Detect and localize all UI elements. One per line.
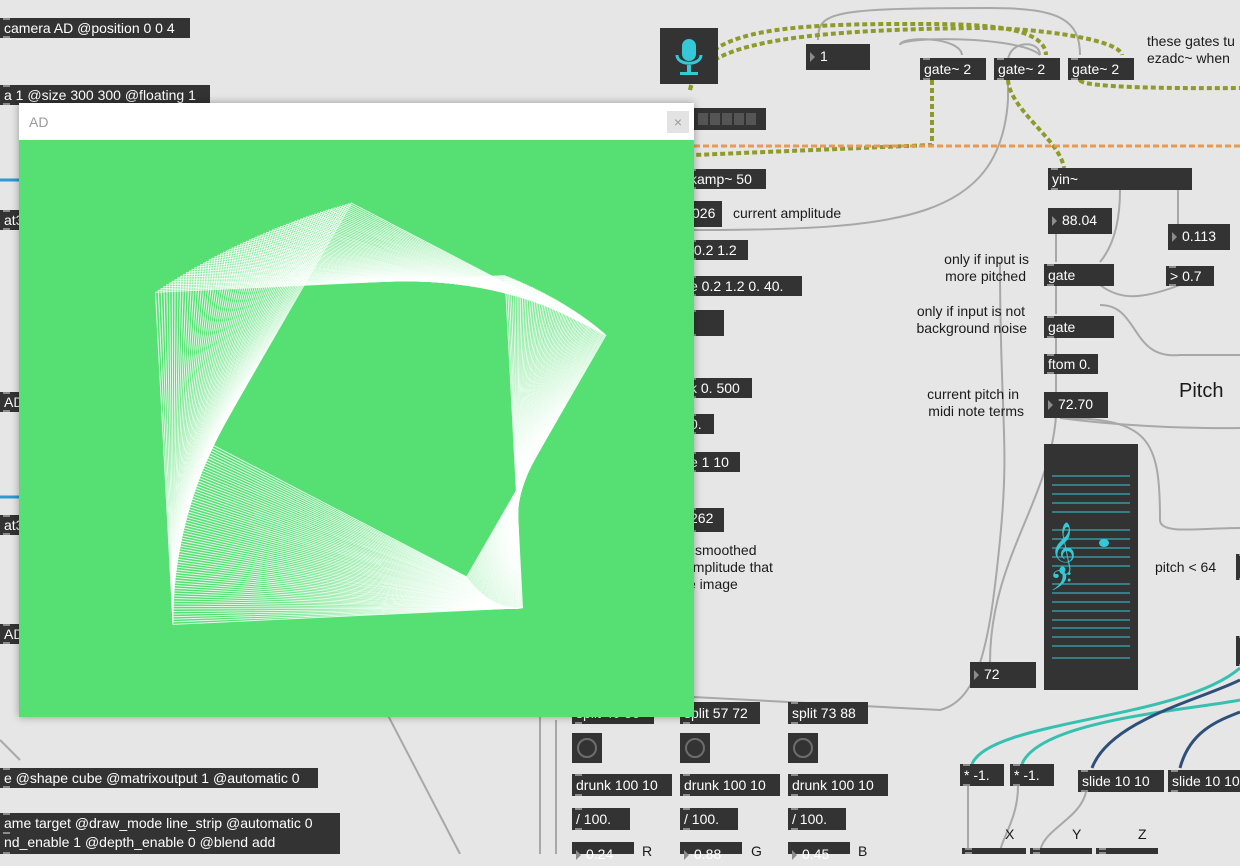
ezadc-object[interactable]: [660, 28, 718, 84]
noise-comment-1: only if input is not: [916, 303, 1025, 319]
bottom-edge-object-1[interactable]: [962, 848, 1026, 854]
noise-comment-2: background noise: [916, 320, 1027, 336]
current-pitch-comment-1: current pitch in: [927, 386, 1019, 402]
gate-object-1[interactable]: gate~ 2: [920, 58, 986, 80]
multiply-object-2[interactable]: * -1.: [1010, 764, 1054, 786]
level-meter: [690, 108, 766, 130]
pitched-comment-1: only if input is: [944, 251, 1029, 267]
pitch-section-title: Pitch: [1179, 380, 1224, 402]
smoothed-comment-1: smoothed: [695, 542, 757, 558]
axis-z-label: Z: [1138, 826, 1147, 842]
wireframe-layer: [157, 275, 523, 623]
rotating-cube-render: [154, 202, 607, 625]
slide-object-2[interactable]: slide 10 10: [1168, 770, 1240, 792]
gate-object-3[interactable]: gate~ 2: [1068, 58, 1134, 80]
pitched-comment-2: more pitched: [945, 268, 1026, 284]
split-object-3[interactable]: split 73 88: [788, 702, 868, 724]
gate-object-2[interactable]: gate~ 2: [994, 58, 1060, 80]
camera-object[interactable]: camera AD @position 0 0 4: [0, 18, 190, 38]
divide-object-2[interactable]: / 100.: [680, 808, 738, 830]
blue-value-number[interactable]: 0.45: [788, 842, 850, 862]
gates-comment-line-2: ezadc~ when: [1147, 50, 1230, 66]
window-title: AD: [29, 114, 49, 130]
close-icon: ×: [673, 114, 683, 130]
left-object-8[interactable]: at3: [0, 515, 23, 535]
pitchedness-number[interactable]: 0.113: [1168, 224, 1230, 250]
midi-int-number[interactable]: 72: [970, 662, 1036, 688]
bottom-edge-object-2[interactable]: [1030, 848, 1092, 854]
window-object[interactable]: a 1 @size 300 300 @floating 1: [0, 85, 210, 105]
divide-object-3[interactable]: / 100.: [788, 808, 846, 830]
threshold-object[interactable]: > 0.7: [1166, 266, 1214, 286]
divide-object-1[interactable]: / 100.: [572, 808, 630, 830]
gridshape-object[interactable]: e @shape cube @matrixoutput 1 @automatic…: [0, 768, 318, 788]
noise-gate-object[interactable]: gate: [1044, 316, 1114, 338]
midi-pitch-number[interactable]: 72.70: [1044, 392, 1108, 418]
green-label: G: [751, 843, 762, 859]
frequency-number[interactable]: 88.04: [1048, 208, 1112, 234]
bang-button-3[interactable]: [788, 733, 818, 763]
scale-object-a[interactable]: .0.2 1.2: [686, 240, 748, 260]
music-staff-icon: 𝄞 𝄢: [1050, 475, 1130, 659]
pitched-gate-object[interactable]: gate: [1044, 264, 1114, 286]
yin-object[interactable]: yin~: [1048, 168, 1192, 190]
right-edge-object-2[interactable]: [1236, 636, 1240, 666]
num-object-b[interactable]: e 1 10: [686, 452, 740, 472]
multiply-object-1[interactable]: * -1.: [960, 764, 1004, 786]
close-button[interactable]: ×: [667, 111, 689, 133]
split-object-a[interactable]: k 0. 500: [686, 378, 752, 398]
red-value-number[interactable]: 0.24: [572, 842, 634, 862]
mesh-object-line-2[interactable]: nd_enable 1 @depth_enable 0 @blend add: [0, 832, 340, 854]
gates-comment-line-1: these gates tu: [1147, 33, 1235, 49]
pitch-compare-comment: pitch < 64: [1155, 559, 1217, 575]
right-edge-object-1[interactable]: [1236, 554, 1240, 580]
green-value-number[interactable]: 0.88: [680, 842, 742, 862]
smoothed-comment-2: amplitude that: [685, 559, 773, 575]
peakamp-object[interactable]: kamp~ 50: [686, 169, 766, 189]
slide-object-1[interactable]: slide 10 10: [1078, 770, 1164, 792]
axis-x-label: X: [1005, 826, 1015, 842]
left-object-5[interactable]: AD: [0, 392, 23, 412]
drunk-object-1[interactable]: drunk 100 10: [572, 774, 672, 796]
bang-button-1[interactable]: [572, 733, 602, 763]
left-object-9[interactable]: AD: [0, 624, 23, 644]
amplitude-comment: current amplitude: [733, 205, 842, 221]
axis-y-label: Y: [1072, 826, 1082, 842]
drunk-object-3[interactable]: drunk 100 10: [788, 774, 888, 796]
bottom-edge-object-3[interactable]: [1096, 848, 1158, 854]
nslider-staff[interactable]: 𝄞 𝄢: [1044, 444, 1138, 690]
max-patcher-canvas[interactable]: camera AD @position 0 0 4 a 1 @size 300 …: [0, 0, 1240, 862]
ftom-object[interactable]: ftom 0.: [1044, 354, 1098, 374]
gate-selector-number[interactable]: 1: [806, 44, 870, 70]
scale-object-b[interactable]: e 0.2 1.2 0. 40.: [686, 276, 802, 296]
blue-label: B: [858, 843, 868, 859]
render-canvas[interactable]: [19, 140, 694, 717]
svg-text:𝄢: 𝄢: [1050, 565, 1072, 605]
current-pitch-comment-2: midi note terms: [928, 403, 1024, 419]
microphone-icon: [675, 39, 703, 75]
left-object-3[interactable]: at3: [0, 210, 23, 230]
smoothed-comment-3: e image: [688, 576, 738, 592]
mesh-object-line-1[interactable]: ame target @draw_mode line_strip @automa…: [0, 813, 340, 834]
red-label: R: [642, 843, 653, 859]
drunk-object-2[interactable]: drunk 100 10: [680, 774, 780, 796]
bang-button-2[interactable]: [680, 733, 710, 763]
jit-window-AD[interactable]: AD ×: [19, 103, 694, 717]
